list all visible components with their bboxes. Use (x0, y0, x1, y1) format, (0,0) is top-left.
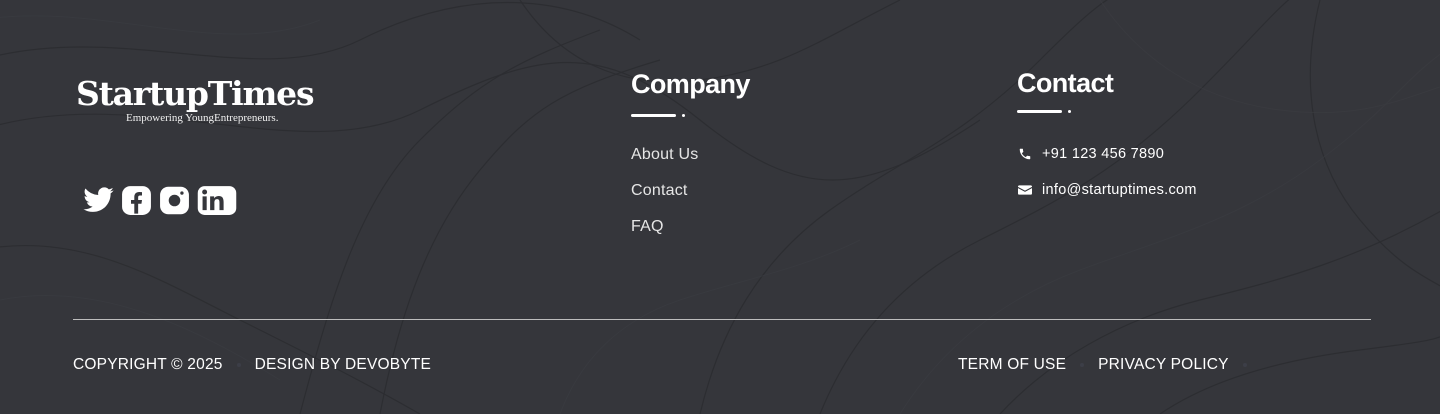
contact-heading: Contact (1017, 68, 1114, 98)
phone-icon (1018, 147, 1042, 161)
footer-legal-links: TERM OF USE PRIVACY POLICY (958, 355, 1261, 375)
social-links (82, 184, 237, 217)
brand-name: StartupTimes (76, 74, 315, 113)
email-address[interactable]: info@startuptimes.com (1042, 182, 1197, 198)
contact-link[interactable]: Contact (631, 182, 688, 199)
about-us-link[interactable]: About Us (631, 146, 698, 163)
faq-link[interactable]: FAQ (631, 218, 664, 235)
brand-tagline: Empowering YoungEntrepreneurs. (126, 112, 279, 124)
envelope-icon (1018, 184, 1042, 196)
company-heading: Company (631, 69, 750, 99)
contact-details: +91 123 456 7890 info@startuptimes.com (1018, 136, 1197, 208)
privacy-policy-link[interactable]: PRIVACY POLICY (1098, 355, 1229, 375)
design-credit-link[interactable]: DESIGN BY DEVOBYTE (255, 355, 431, 375)
contact-heading-underline (1017, 110, 1077, 113)
site-footer: StartupTimes Empowering YoungEntrepreneu… (0, 0, 1440, 414)
instagram-icon[interactable] (158, 184, 191, 217)
separator-dot (1080, 363, 1085, 367)
copyright-text: COPYRIGHT © 2025 (73, 356, 223, 373)
footer-divider (73, 319, 1371, 320)
linkedin-icon[interactable] (196, 184, 237, 217)
company-heading-underline (631, 114, 691, 117)
separator-dot (1242, 363, 1247, 367)
brand-logo[interactable]: StartupTimes Empowering YoungEntrepreneu… (76, 76, 316, 125)
contact-email: info@startuptimes.com (1018, 172, 1197, 208)
twitter-icon[interactable] (82, 184, 115, 217)
contact-phone: +91 123 456 7890 (1018, 136, 1197, 172)
terms-of-use-link[interactable]: TERM OF USE (958, 355, 1066, 375)
company-links: About Us Contact FAQ (631, 145, 698, 253)
separator-dot (236, 363, 241, 367)
phone-number[interactable]: +91 123 456 7890 (1042, 146, 1164, 162)
footer-credits: COPYRIGHT © 2025 DESIGN BY DEVOBYTE (73, 355, 431, 375)
facebook-icon[interactable] (120, 184, 153, 217)
